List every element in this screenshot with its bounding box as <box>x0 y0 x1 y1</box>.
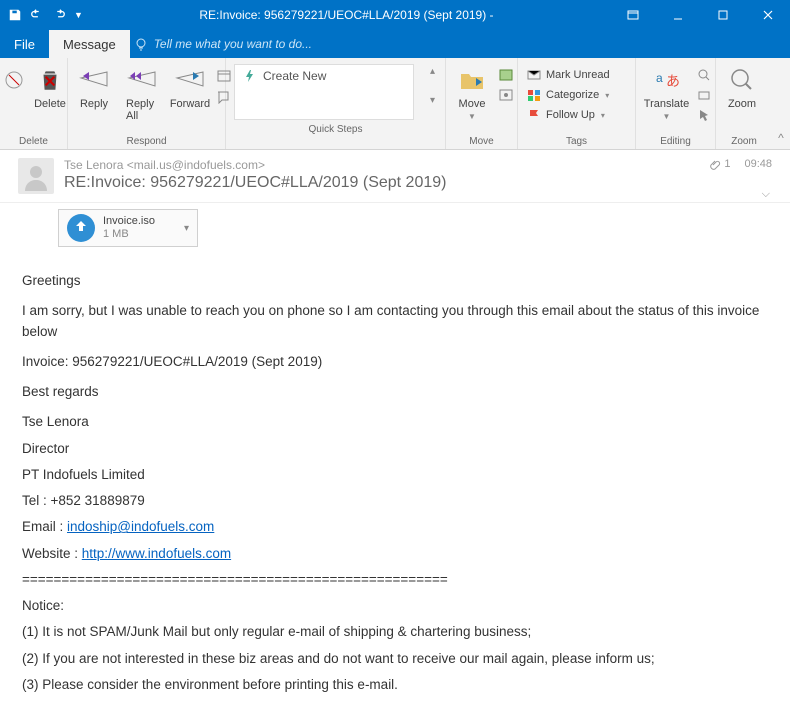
message-body: Greetings I am sorry, but I was unable t… <box>0 257 790 715</box>
actions-icon[interactable] <box>498 88 514 102</box>
categorize-icon <box>526 87 542 103</box>
move-folder-icon <box>456 64 488 96</box>
svg-text:a: a <box>656 71 663 85</box>
quick-steps-gallery[interactable]: Create New <box>234 64 414 120</box>
attachment-menu-icon[interactable]: ▾ <box>184 223 189 234</box>
group-label-editing: Editing <box>640 136 711 149</box>
delete-icon <box>34 64 66 96</box>
gallery-up-icon[interactable]: ▴ <box>430 66 435 77</box>
title-bar: ▼ RE:Invoice: 956279221/UEOC#LLA/2019 (S… <box>0 0 790 30</box>
subject-line: RE:Invoice: 956279221/UEOC#LLA/2019 (Sep… <box>64 174 699 192</box>
mark-unread-button[interactable]: Mark Unread <box>522 66 631 84</box>
notice-3: (3) Please consider the environment befo… <box>22 675 768 695</box>
paperclip-icon <box>709 158 721 170</box>
iso-file-icon <box>67 214 95 242</box>
gallery-expand-icon[interactable]: ▾ <box>430 95 435 106</box>
body-greeting: Greetings <box>22 271 768 291</box>
sig-web-line: Website : http://www.indofuels.com <box>22 544 768 564</box>
tell-me-search[interactable]: Tell me what you want to do... <box>134 37 312 51</box>
forward-button[interactable]: Forward <box>168 64 212 110</box>
svg-text:あ: あ <box>666 73 680 89</box>
lightning-icon <box>243 69 257 83</box>
group-label-respond: Respond <box>72 136 221 149</box>
follow-up-button[interactable]: Follow Up▾ <box>522 106 631 124</box>
ribbon: Delete Delete Reply Reply All Forward <box>0 58 790 150</box>
redo-icon[interactable] <box>52 8 66 22</box>
body-para: I am sorry, but I was unable to reach yo… <box>22 301 768 342</box>
forward-icon <box>174 64 206 96</box>
maximize-icon[interactable] <box>700 0 745 30</box>
reply-icon <box>78 64 110 96</box>
sender-avatar <box>18 158 54 194</box>
undo-icon[interactable] <box>30 8 44 22</box>
attachment-name: Invoice.iso <box>103 215 176 228</box>
expand-header-icon[interactable]: ⌵ <box>762 188 770 201</box>
select-icon[interactable] <box>697 108 711 122</box>
rules-icon[interactable] <box>498 68 514 82</box>
sig-email-line: Email : indoship@indofuels.com <box>22 517 768 537</box>
attachment-area: Invoice.iso 1 MB ▾ <box>0 203 790 257</box>
reply-button[interactable]: Reply <box>72 64 116 110</box>
move-button[interactable]: Move ▼ <box>450 64 494 121</box>
attachment-size: 1 MB <box>103 228 176 241</box>
translate-icon: aあ <box>651 64 683 96</box>
zoom-button[interactable]: Zoom <box>720 64 764 110</box>
sig-company: PT Indofuels Limited <box>22 465 768 485</box>
junk-dropdown[interactable] <box>4 64 24 96</box>
notice-heading: Notice: <box>22 596 768 616</box>
body-regards: Best regards <box>22 382 768 402</box>
envelope-icon <box>526 67 542 83</box>
attachment-item[interactable]: Invoice.iso 1 MB ▾ <box>58 209 198 247</box>
delete-button[interactable]: Delete <box>28 64 72 110</box>
group-label-tags: Tags <box>522 136 631 149</box>
save-icon[interactable] <box>8 8 22 22</box>
close-icon[interactable] <box>745 0 790 30</box>
attachment-indicator: 1 <box>709 158 730 170</box>
ribbon-collapse-icon[interactable]: ^ <box>772 58 790 149</box>
message-time: 09:48 <box>744 158 772 170</box>
group-label-quicksteps: Quick Steps <box>234 124 437 137</box>
menu-file[interactable]: File <box>0 30 49 58</box>
sig-title: Director <box>22 439 768 459</box>
junk-icon <box>0 64 30 96</box>
chevron-down-icon[interactable]: ▼ <box>74 10 83 20</box>
sig-web-link[interactable]: http://www.indofuels.com <box>82 546 231 561</box>
notice-1: (1) It is not SPAM/Junk Mail but only re… <box>22 622 768 642</box>
sig-name: Tse Lenora <box>22 412 768 432</box>
window-title: RE:Invoice: 956279221/UEOC#LLA/2019 (Sep… <box>83 8 610 22</box>
zoom-icon <box>726 64 758 96</box>
sig-divider: ========================================… <box>22 570 768 590</box>
reply-all-button[interactable]: Reply All <box>120 64 164 122</box>
quick-steps-group: Create New ▴ ▾ Quick Steps <box>226 58 446 149</box>
reply-all-icon <box>126 64 158 96</box>
group-label-zoom: Zoom <box>720 136 768 149</box>
group-label-delete: Delete <box>4 136 63 149</box>
notice-2: (2) If you are not interested in these b… <box>22 649 768 669</box>
minimize-icon[interactable] <box>655 0 700 30</box>
message-header: Tse Lenora <mail.us@indofuels.com> RE:In… <box>0 150 790 203</box>
ribbon-display-icon[interactable] <box>610 0 655 30</box>
menu-message[interactable]: Message <box>49 30 130 58</box>
sig-tel: Tel : +852 31889879 <box>22 491 768 511</box>
menu-bar: File Message Tell me what you want to do… <box>0 30 790 58</box>
lightbulb-icon <box>134 37 148 51</box>
from-line: Tse Lenora <mail.us@indofuels.com> <box>64 158 699 172</box>
sig-email-link[interactable]: indoship@indofuels.com <box>67 519 214 534</box>
group-label-move: Move <box>450 136 513 149</box>
body-invoice-ref: Invoice: 956279221/UEOC#LLA/2019 (Sept 2… <box>22 352 768 372</box>
categorize-button[interactable]: Categorize▾ <box>522 86 631 104</box>
flag-icon <box>526 107 542 123</box>
translate-button[interactable]: aあ Translate ▼ <box>640 64 693 121</box>
find-icon[interactable] <box>697 68 711 82</box>
related-icon[interactable] <box>697 88 711 102</box>
